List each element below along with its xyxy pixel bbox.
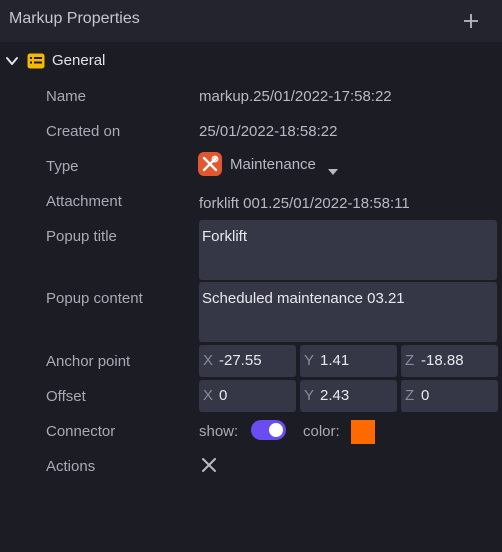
panel-header: Markup Properties bbox=[0, 0, 502, 42]
connector-label: Connector bbox=[46, 423, 116, 440]
anchor-x-value: -27.55 bbox=[219, 352, 262, 369]
axis-label-x: X bbox=[203, 387, 214, 404]
color-swatch[interactable] bbox=[351, 420, 375, 444]
axis-label-z: Z bbox=[405, 387, 415, 404]
offset-z-value: 0 bbox=[421, 387, 430, 404]
show-label: show: bbox=[199, 423, 239, 440]
axis-label-y: Y bbox=[304, 352, 315, 369]
plus-icon[interactable] bbox=[460, 10, 482, 32]
anchor-x-field[interactable]: X -27.55 bbox=[199, 345, 296, 377]
created-on-value: 25/01/2022-18:58:22 bbox=[199, 123, 338, 140]
popup-content-label: Popup content bbox=[46, 290, 143, 307]
axis-label-x: X bbox=[203, 352, 214, 369]
offset-x-value: 0 bbox=[219, 387, 228, 404]
created-on-label: Created on bbox=[46, 123, 121, 140]
actions-label: Actions bbox=[46, 458, 96, 475]
attachment-value: forklift 001.25/01/2022-18:58:11 bbox=[199, 195, 410, 212]
popup-title-label: Popup title bbox=[46, 228, 117, 245]
offset-label: Offset bbox=[46, 388, 86, 405]
caret-down-icon bbox=[328, 162, 338, 179]
show-toggle[interactable] bbox=[251, 420, 286, 440]
toggle-knob bbox=[269, 423, 283, 437]
color-label: color: bbox=[303, 423, 340, 440]
offset-y-field[interactable]: Y 2.43 bbox=[300, 380, 397, 412]
chevron-down-icon[interactable] bbox=[5, 54, 19, 72]
axis-label-y: Y bbox=[304, 387, 315, 404]
panel-title: Markup Properties bbox=[9, 10, 140, 27]
popup-content-input[interactable]: Scheduled maintenance 03.21 bbox=[199, 282, 497, 342]
anchor-z-field[interactable]: Z -18.88 bbox=[401, 345, 498, 377]
popup-title-input[interactable]: Forklift bbox=[199, 220, 497, 280]
section-general[interactable]: General bbox=[0, 48, 502, 74]
type-value: Maintenance bbox=[230, 156, 316, 173]
attachment-label: Attachment bbox=[46, 193, 122, 210]
list-icon bbox=[27, 53, 45, 73]
offset-y-value: 2.43 bbox=[320, 387, 350, 404]
anchor-z-value: -18.88 bbox=[421, 352, 464, 369]
name-value: markup.25/01/2022-17:58:22 bbox=[199, 88, 392, 105]
offset-z-field[interactable]: Z 0 bbox=[401, 380, 498, 412]
tools-icon bbox=[198, 152, 222, 176]
anchor-y-value: 1.41 bbox=[320, 352, 350, 369]
anchor-point-label: Anchor point bbox=[46, 353, 131, 370]
close-icon[interactable] bbox=[202, 458, 216, 476]
name-label: Name bbox=[46, 88, 87, 105]
type-dropdown[interactable]: Maintenance bbox=[198, 152, 348, 178]
offset-x-field[interactable]: X 0 bbox=[199, 380, 296, 412]
axis-label-z: Z bbox=[405, 352, 415, 369]
anchor-y-field[interactable]: Y 1.41 bbox=[300, 345, 397, 377]
section-label: General bbox=[52, 52, 106, 69]
type-label: Type bbox=[46, 158, 79, 175]
